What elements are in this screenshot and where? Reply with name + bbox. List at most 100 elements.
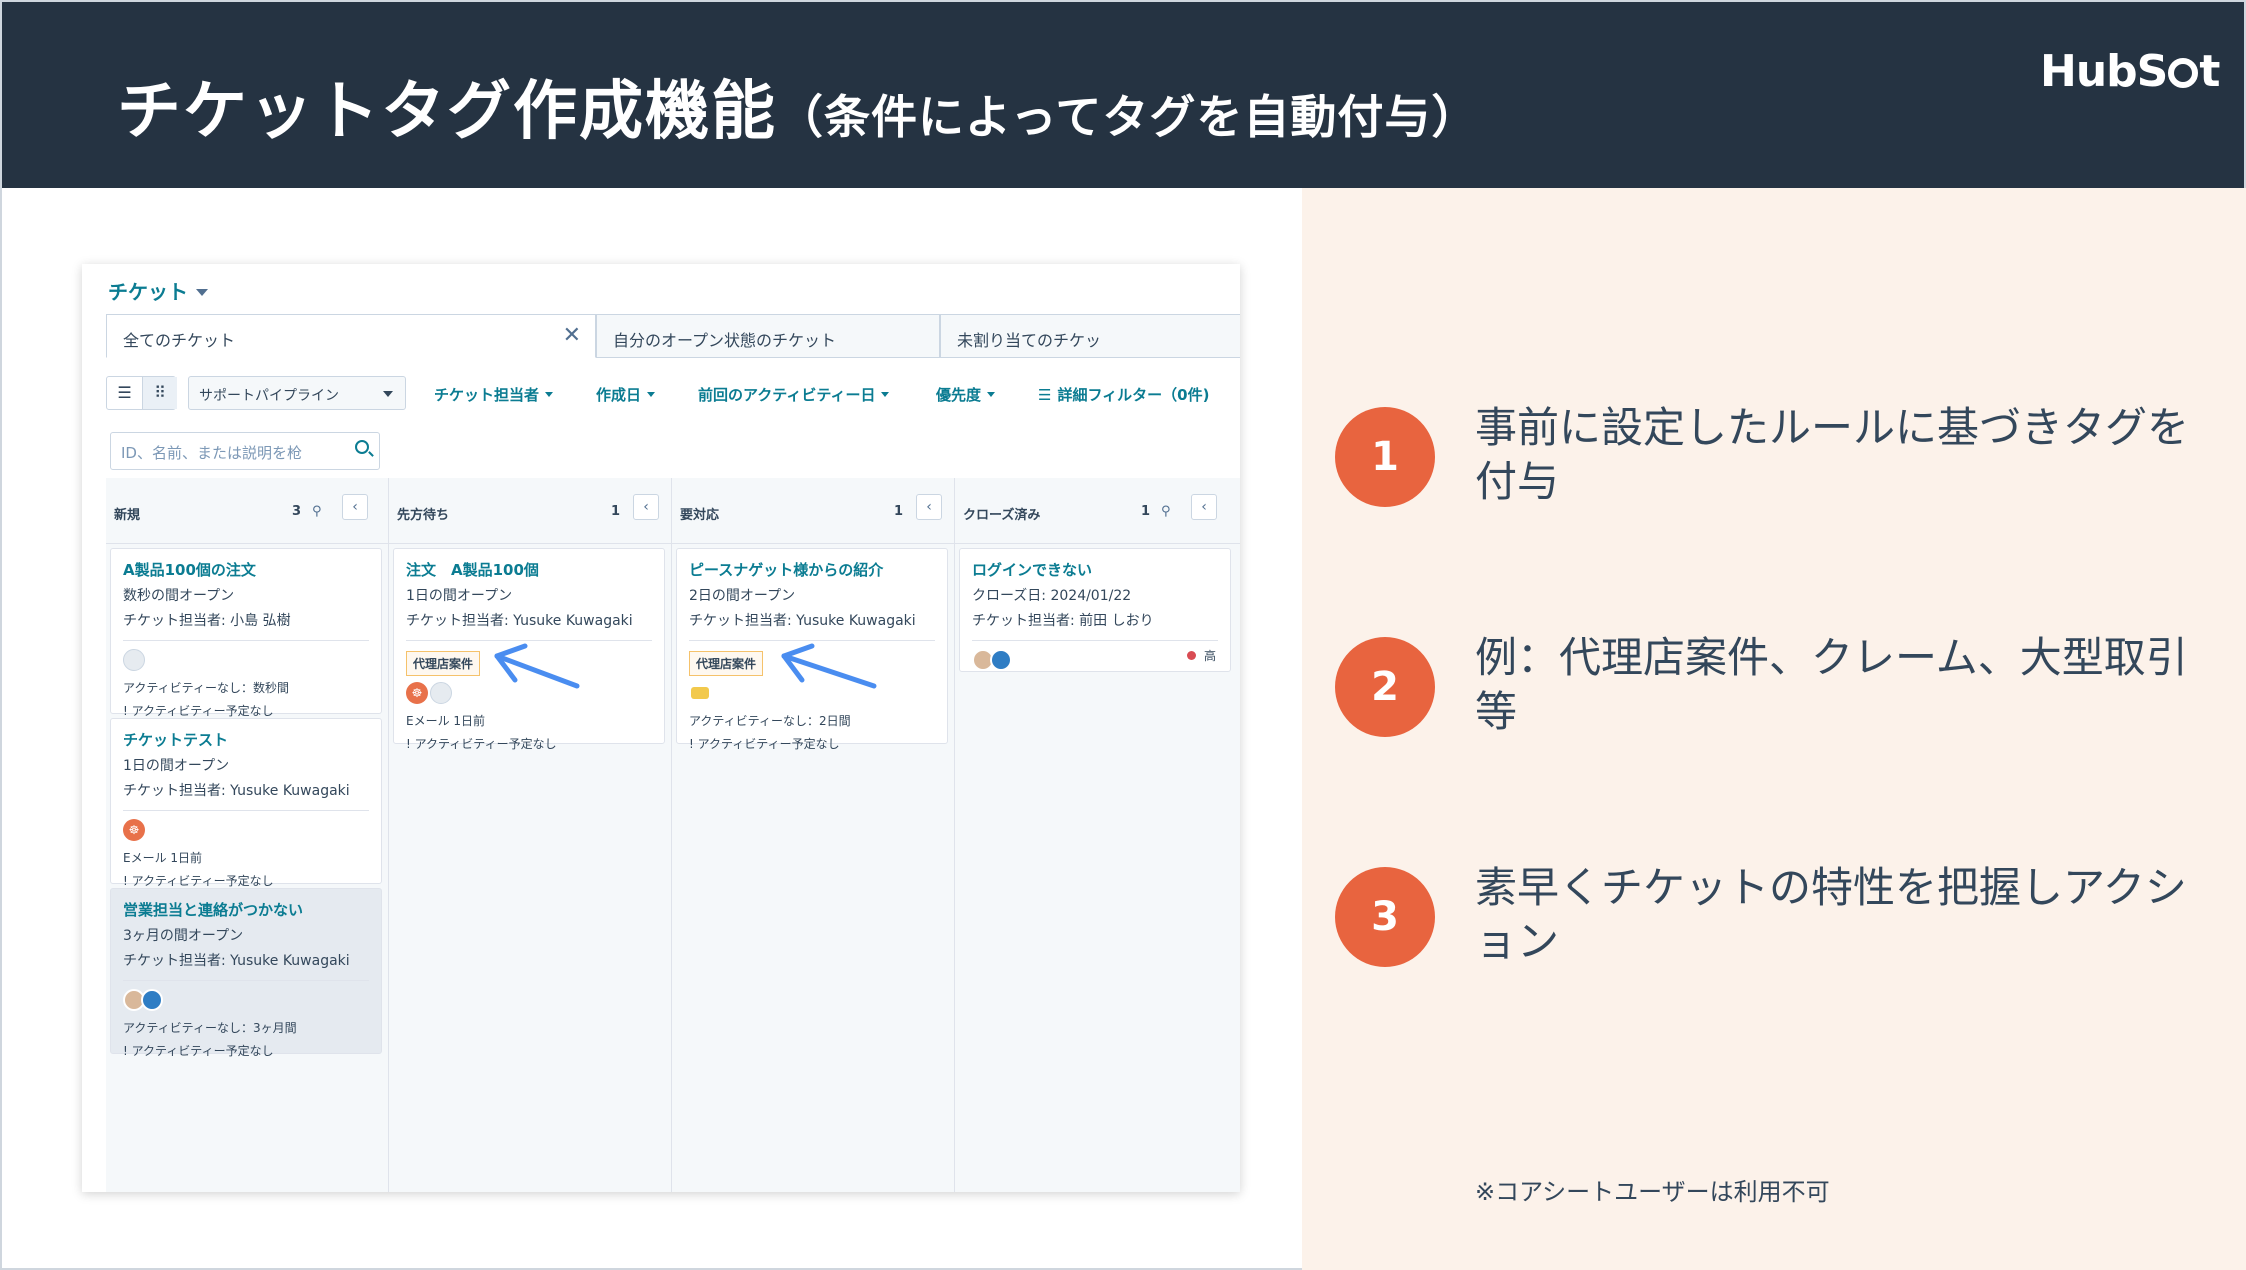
column-name: 新規 [114,508,141,523]
card-divider [123,810,369,811]
ticket-title[interactable]: ログインできない [972,559,1218,580]
filter-label: 前回のアクティビティー日 [698,386,876,404]
next-activity: ! アクティビティー予定なし [123,704,274,718]
point-number: 3 [1335,867,1435,967]
column-count: 3 [292,504,302,519]
next-activity: ! アクティビティー予定なし [689,737,840,751]
hubspot-icon: ☸ [123,819,145,841]
ticket-owner: チケット担当者: Yusuke Kuwagaki [123,953,350,969]
priority-dot-icon [1186,651,1196,660]
ticket-tag: 代理店案件 [406,651,481,676]
ticket-title[interactable]: 営業担当と連絡がつかない [123,899,369,920]
caret-down-icon [545,392,554,397]
logo-sprocket-icon [2168,58,2199,88]
associations [123,649,369,673]
ticket-owner: チケット担当者: 前田 しおり [972,613,1154,629]
next-activity: ! アクティビティー予定なし [406,737,557,751]
column-count: 1 [1141,504,1151,519]
placeholder-avatar-icon [123,649,145,671]
next-activity: ! アクティビティー予定なし [123,874,274,888]
tab-all-tickets[interactable]: 全てのチケット ✕ [106,314,596,358]
kanban-board: 新規 3 ⚲ ‹ A製品100個の注文 数秒の間オープン チケット担当者: 小島… [106,478,1240,1192]
slide-title: チケットタグ作成機能（条件によってタグを自動付与） [117,60,1478,152]
automation-icon[interactable]: ⚲ [312,504,322,519]
point-text: 事前に設定したルールに基づきタグを付与 [1475,403,2190,506]
next-activity: ! アクティビティー予定なし [123,1044,274,1058]
tab-label: 全てのチケット [123,331,236,350]
advanced-filter-label: 詳細フィルター（0件) [1057,386,1210,404]
filter-last-activity[interactable]: 前回のアクティビティー日 [698,384,890,405]
arrow-icon [781,643,877,689]
last-activity: Eメール 1日前 [123,851,203,865]
tab-my-open-tickets[interactable]: 自分のオープン状態のチケット [596,314,940,358]
associations: ☸ [123,819,369,843]
ticket-title[interactable]: 注文 A製品100個 [406,559,652,580]
board-view-icon[interactable]: ⠿ [142,377,177,409]
list-view-icon[interactable]: ☰ [107,377,142,409]
column-name: クローズ済み [963,508,1041,523]
point-number: 1 [1335,407,1435,507]
caret-down-icon [881,392,890,397]
caret-down-icon [383,391,393,397]
hubspot-icon: ☸ [406,682,428,704]
column-name: 要対応 [680,508,720,523]
slide: チケットタグ作成機能（条件によってタグを自動付与） HubS t チケット 全ての… [0,0,2246,1270]
ticket-open-duration: 数秒の間オープン [123,588,235,604]
logo-text-1: HubS [2040,46,2168,97]
search-input[interactable]: ID、名前、または説明を枪 [110,432,380,470]
search-placeholder: ID、名前、または説明を枪 [121,444,302,462]
sliders-icon: ☰ [1038,386,1052,404]
tab-label: 未割り当てのチケッ [957,331,1102,350]
column-count: 1 [894,504,904,519]
filter-ticket-owner[interactable]: チケット担当者 [434,384,554,405]
point-2: 2 例：代理店案件、クレーム、大型取引等 [1335,633,2215,747]
point-text: 例：代理店案件、クレーム、大型取引等 [1475,633,2188,736]
last-activity: アクティビティーなし：3ヶ月間 [123,1021,297,1035]
ticket-card[interactable]: ログインできない クローズ日: 2024/01/22 チケット担当者: 前田 し… [959,548,1231,672]
filter-create-date[interactable]: 作成日 [596,384,656,405]
view-tabs: 全てのチケット ✕ 自分のオープン状態のチケット 未割り当てのチケッ [106,314,1240,358]
close-icon[interactable]: ✕ [563,323,581,348]
pipeline-select[interactable]: サポートパイプライン [188,376,406,410]
caret-down-icon [647,392,656,397]
collapse-column-button[interactable]: ‹ [1191,494,1217,520]
associations [972,649,1218,673]
key-icon [691,687,709,699]
company-avatar-icon [141,989,163,1011]
header-bar: チケットタグ作成機能（条件によってタグを自動付与） HubS t [2,2,2244,188]
ticket-card[interactable]: A製品100個の注文 数秒の間オープン チケット担当者: 小島 弘樹 アクティビ… [110,548,382,718]
collapse-column-button[interactable]: ‹ [916,494,942,520]
ticket-owner: チケット担当者: 小島 弘樹 [123,613,291,629]
ticket-title[interactable]: ピースナゲット様からの紹介 [689,559,935,580]
board-column-needs-action: 要対応 1 ‹ ピースナゲット様からの紹介 2日の間オープン チケット担当者: … [672,478,955,1192]
footnote: ※コアシートユーザーは利用不可 [1475,1178,1830,1206]
column-header: 要対応 1 ‹ [672,478,954,544]
ticket-card[interactable]: チケットテスト 1日の間オープン チケット担当者: Yusuke Kuwagak… [110,718,382,888]
view-toggle: ☰ ⠿ [106,376,177,410]
ticket-title[interactable]: A製品100個の注文 [123,559,369,580]
automation-icon[interactable]: ⚲ [1161,504,1171,519]
arrow-icon [494,643,580,689]
tab-unassigned-tickets[interactable]: 未割り当てのチケッ [940,314,1240,358]
last-activity: Eメール 1日前 [406,714,486,728]
ticket-open-duration: 1日の間オープン [406,588,513,604]
ticket-open-duration: 3ヶ月の間オープン [123,928,244,944]
card-divider [972,640,1218,641]
search-icon[interactable] [355,440,369,454]
filter-label: 優先度 [936,386,982,404]
ticket-card[interactable]: 営業担当と連絡がつかない 3ヶ月の間オープン チケット担当者: Yusuke K… [110,888,382,1058]
ticket-owner: チケット担当者: Yusuke Kuwagaki [689,613,916,629]
advanced-filter-button[interactable]: ☰ 詳細フィルター（0件) [1038,384,1209,405]
hubspot-logo: HubS t [2040,46,2220,97]
screenshot-ticket-board: チケット 全てのチケット ✕ 自分のオープン状態のチケット 未割り当てのチケッ … [82,264,1240,1192]
object-selector[interactable]: チケット [108,276,208,305]
board-column-waiting: 先方待ち 1 ‹ 注文 A製品100個 1日の間オープン チケット担当者: Yu… [389,478,672,1192]
column-name: 先方待ち [397,508,450,523]
collapse-column-button[interactable]: ‹ [633,494,659,520]
ticket-open-duration: 1日の間オープン [123,758,230,774]
ticket-open-duration: 2日の間オープン [689,588,796,604]
collapse-column-button[interactable]: ‹ [342,494,368,520]
ticket-title[interactable]: チケットテスト [123,729,369,750]
placeholder-avatar-icon [430,682,452,704]
filter-priority[interactable]: 優先度 [936,384,996,405]
